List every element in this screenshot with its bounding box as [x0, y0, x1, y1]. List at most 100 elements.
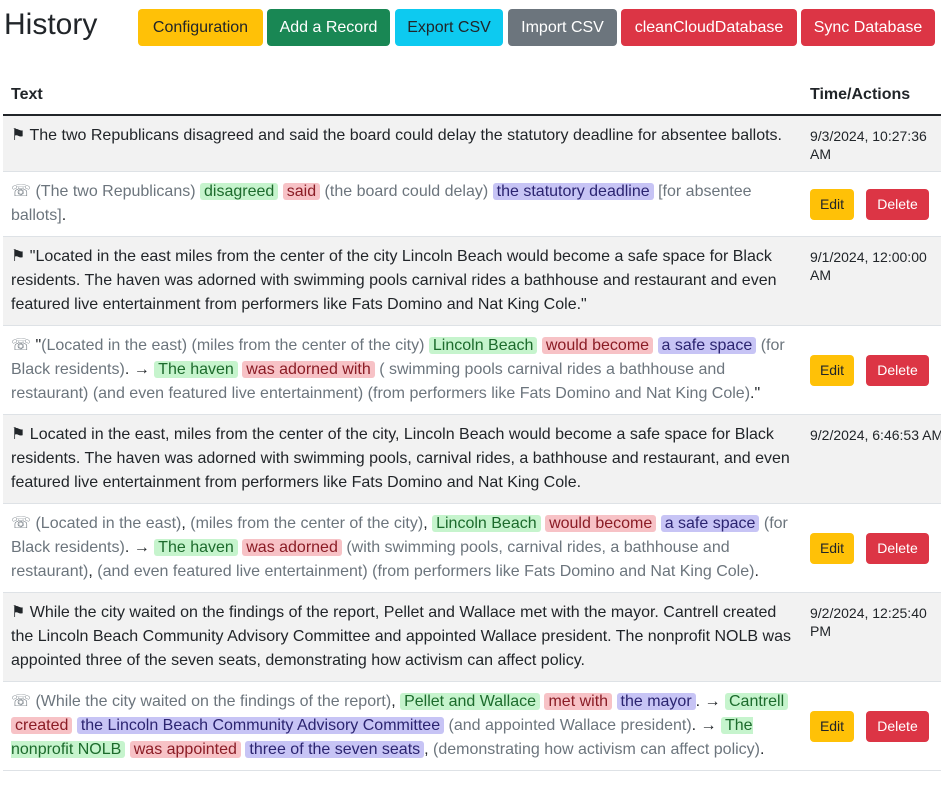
punctuation: , — [88, 563, 98, 580]
history-table: Text Time/Actions ⚑ The two Republicans … — [3, 76, 941, 771]
flag-icon: ⚑ — [11, 604, 26, 621]
punctuation: . → — [124, 361, 155, 378]
punctuation: . → — [695, 693, 725, 710]
modifier-phrase: (and even featured live entertainment) — [92, 385, 364, 402]
punctuation: , — [423, 515, 433, 532]
verb-highlight: would become — [541, 337, 654, 354]
edit-button[interactable]: Edit — [810, 354, 854, 386]
punctuation: . — [754, 563, 759, 580]
sentence-cell: ⚑ Located in the east, miles from the ce… — [3, 414, 802, 504]
verb-highlight: would become — [545, 515, 657, 532]
verb-highlight: was adorned — [242, 539, 342, 556]
record-timestamp: 9/1/2024, 12:00:00 AM — [802, 236, 941, 326]
sync-database-button[interactable]: Sync Database — [801, 9, 935, 46]
modifier-phrase: (and even featured live entertainment) — [97, 563, 368, 580]
export-csv-button[interactable]: Export CSV — [395, 9, 503, 46]
column-header-text: Text — [3, 76, 802, 116]
modifier-phrase: (Located in the east) — [35, 515, 182, 532]
delete-button[interactable]: Delete — [866, 354, 929, 386]
punctuation: . — [760, 741, 765, 758]
delete-button[interactable]: Delete — [866, 532, 929, 564]
actions-cell: Edit Delete — [802, 503, 941, 593]
modifier-phrase: (The two Republicans) — [35, 183, 196, 200]
configuration-button[interactable]: Configuration — [138, 9, 263, 46]
phone-icon: ☏ — [11, 337, 32, 354]
punctuation: , — [181, 515, 191, 532]
sentence-text: The two Republicans disagreed and said t… — [29, 127, 783, 144]
parsed-cell: ☏ (While the city waited on the findings… — [3, 681, 802, 771]
verb-highlight: was adorned with — [242, 361, 375, 378]
subject-highlight: The haven — [154, 361, 238, 378]
subject-highlight: Cantrell — [724, 693, 789, 710]
phone-icon: ☏ — [11, 693, 32, 710]
table-row-parsed: ☏ (The two Republicans) disagreed said (… — [3, 171, 941, 237]
object-highlight: a safe space — [660, 515, 760, 532]
punctuation: , — [391, 693, 401, 710]
table-row-parsed: ☏ (While the city waited on the findings… — [3, 681, 941, 771]
phone-icon: ☏ — [11, 183, 32, 200]
actions-cell: Edit Delete — [802, 681, 941, 771]
punctuation: . — [61, 207, 67, 224]
flag-icon: ⚑ — [11, 127, 26, 144]
actions-cell: Edit Delete — [802, 325, 941, 415]
punctuation: . → — [691, 717, 721, 734]
edit-button[interactable]: Edit — [810, 710, 854, 742]
subject-highlight: disagreed — [200, 183, 279, 200]
verb-highlight: met with — [544, 693, 613, 710]
table-header-row: Text Time/Actions — [3, 76, 941, 116]
sentence-cell: ⚑ The two Republicans disagreed and said… — [3, 115, 802, 172]
modifier-phrase: (miles from the center of the city) — [191, 337, 425, 354]
punctuation: , — [424, 741, 434, 758]
delete-button[interactable]: Delete — [866, 188, 929, 220]
edit-button[interactable]: Edit — [810, 532, 854, 564]
modifier-phrase: (demonstrating how activism can affect p… — [433, 741, 760, 758]
table-row-sentence: ⚑ "Located in the east miles from the ce… — [3, 236, 941, 326]
punctuation — [612, 693, 616, 710]
add-record-button[interactable]: Add a Record — [267, 9, 390, 46]
page-title: History — [4, 8, 98, 41]
table-row-sentence: ⚑ Located in the east, miles from the ce… — [3, 414, 941, 504]
sentence-text: Located in the east, miles from the cent… — [11, 426, 790, 491]
import-csv-button[interactable]: Import CSV — [508, 9, 617, 46]
subject-highlight: Pellet and Wallace — [400, 693, 541, 710]
object-highlight: the Lincoln Beach Community Advisory Com… — [76, 717, 445, 734]
sentence-cell: ⚑ While the city waited on the findings … — [3, 592, 802, 682]
object-highlight: the statutory deadline — [492, 183, 654, 200]
object-highlight: the mayor — [616, 693, 696, 710]
object-highlight: three of the seven seats — [245, 741, 425, 758]
sentence-text: "Located in the east miles from the cent… — [11, 248, 777, 313]
record-timestamp: 9/2/2024, 12:25:40 PM — [802, 592, 941, 682]
table-row-sentence: ⚑ The two Republicans disagreed and said… — [3, 115, 941, 172]
verb-highlight: said — [282, 183, 321, 200]
punctuation — [488, 183, 492, 200]
object-highlight: a safe space — [657, 337, 757, 354]
flag-icon: ⚑ — [11, 426, 26, 443]
modifier-phrase: (the board could delay) — [324, 183, 489, 200]
actions-cell: Edit Delete — [802, 171, 941, 237]
modifier-phrase: (from performers like Fats Domino and Na… — [372, 563, 755, 580]
phone-icon: ☏ — [11, 515, 32, 532]
punctuation: ." — [750, 385, 761, 402]
clean-cloud-database-button[interactable]: cleanCloudDatabase — [621, 9, 797, 46]
punctuation — [653, 337, 657, 354]
edit-button[interactable]: Edit — [810, 188, 854, 220]
page-header: History Configuration Add a Record Expor… — [0, 0, 941, 60]
parsed-cell: ☏ "(Located in the east) (miles from the… — [3, 325, 802, 415]
delete-button[interactable]: Delete — [866, 710, 929, 742]
modifier-phrase: (and appointed Wallace president) — [448, 717, 692, 734]
parsed-cell: ☏ (The two Republicans) disagreed said (… — [3, 171, 802, 237]
punctuation: . → — [124, 539, 155, 556]
modifier-phrase: (from performers like Fats Domino and Na… — [367, 385, 751, 402]
table-body: ⚑ The two Republicans disagreed and said… — [3, 115, 941, 771]
table-row-sentence: ⚑ While the city waited on the findings … — [3, 592, 941, 682]
subject-highlight: Lincoln Beach — [432, 515, 541, 532]
parsed-cell: ☏ (Located in the east), (miles from the… — [3, 503, 802, 593]
sentence-cell: ⚑ "Located in the east miles from the ce… — [3, 236, 802, 326]
table-row-parsed: ☏ (Located in the east), (miles from the… — [3, 503, 941, 593]
record-timestamp: 9/2/2024, 6:46:53 AM — [802, 414, 941, 504]
sentence-text: While the city waited on the findings of… — [11, 604, 791, 669]
table-row-parsed: ☏ "(Located in the east) (miles from the… — [3, 325, 941, 415]
flag-icon: ⚑ — [11, 248, 26, 265]
verb-highlight: created — [11, 717, 73, 734]
record-timestamp: 9/3/2024, 10:27:36 AM — [802, 115, 941, 172]
